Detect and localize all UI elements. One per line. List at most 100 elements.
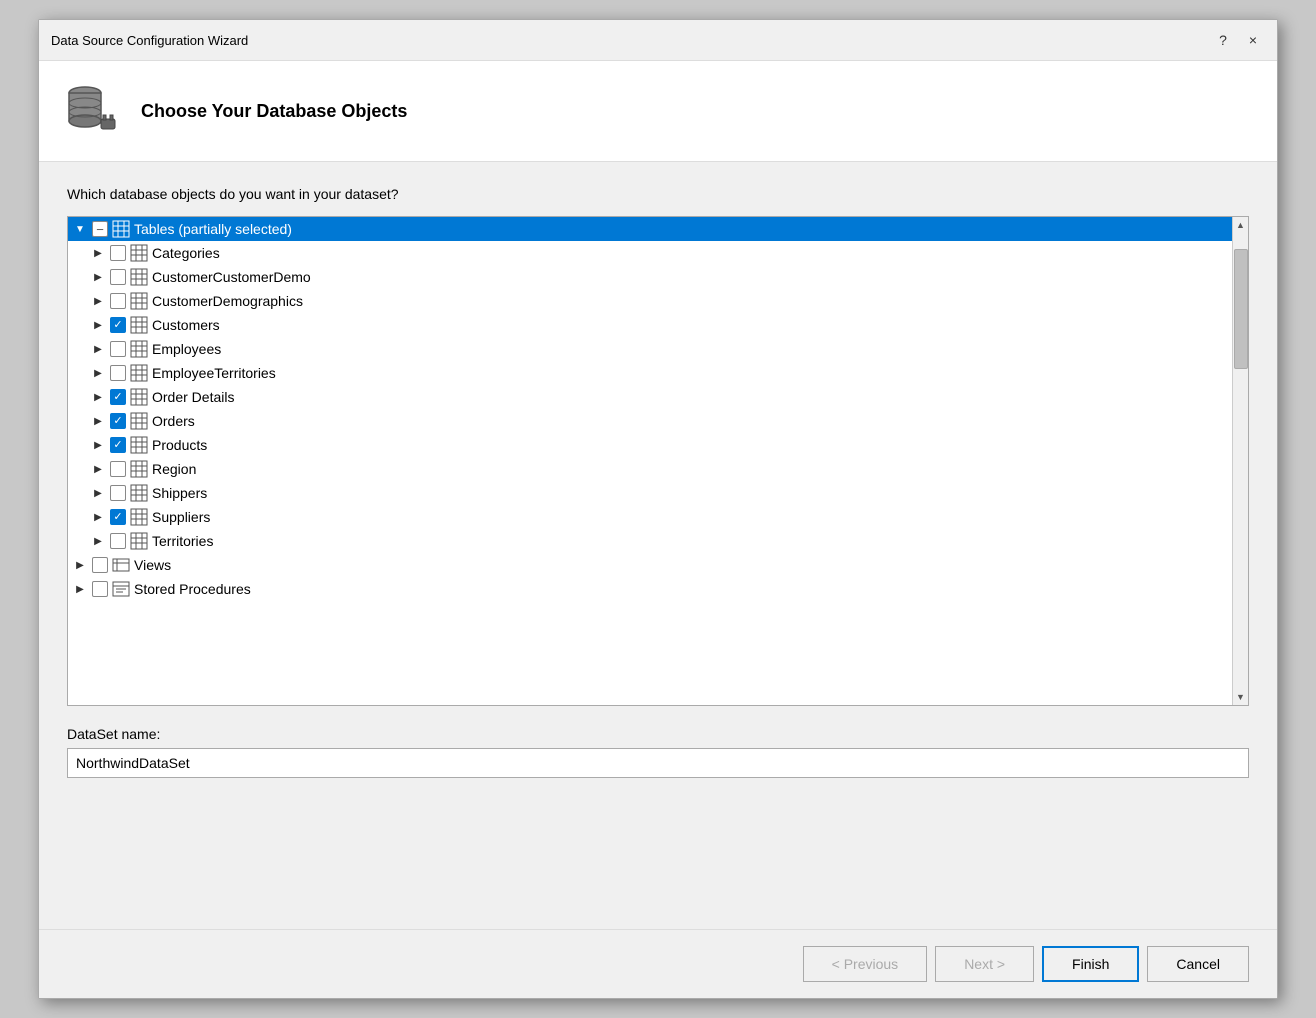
checkbox-ccd[interactable] [110, 269, 126, 285]
scroll-down-arrow[interactable]: ▼ [1234, 689, 1248, 705]
tree-row-storedprocedures[interactable]: ▶ Stored Procedures [68, 577, 1232, 601]
expand-arrow-sp[interactable]: ▶ [72, 581, 88, 597]
scrollbar[interactable]: ▲ ▼ [1232, 217, 1248, 705]
header-section: Choose Your Database Objects [39, 61, 1277, 162]
expand-arrow-shippers[interactable]: ▶ [90, 485, 106, 501]
next-button[interactable]: Next > [935, 946, 1034, 982]
checkbox-et[interactable] [110, 365, 126, 381]
checkbox-products[interactable] [110, 437, 126, 453]
label-cd: CustomerDemographics [152, 293, 303, 309]
checkbox-tables-root[interactable] [92, 221, 108, 237]
tree-row-customers[interactable]: ▶ Customers [68, 313, 1232, 337]
table-icon-customers [130, 316, 148, 334]
expand-arrow-customers[interactable]: ▶ [90, 317, 106, 333]
dataset-input[interactable] [67, 748, 1249, 778]
table-icon-shippers [130, 484, 148, 502]
scroll-up-arrow[interactable]: ▲ [1234, 217, 1248, 233]
close-button[interactable]: × [1241, 28, 1265, 52]
label-categories: Categories [152, 245, 220, 261]
tree-row-territories[interactable]: ▶ Territories [68, 529, 1232, 553]
checkbox-region[interactable] [110, 461, 126, 477]
label-orders: Orders [152, 413, 195, 429]
expand-arrow-territories[interactable]: ▶ [90, 533, 106, 549]
label-employees: Employees [152, 341, 221, 357]
database-icon [63, 81, 123, 141]
label-ccd: CustomerCustomerDemo [152, 269, 311, 285]
checkbox-views[interactable] [92, 557, 108, 573]
tree-row-views[interactable]: ▶ Views [68, 553, 1232, 577]
checkbox-cd[interactable] [110, 293, 126, 309]
tables-root-label: Tables (partially selected) [134, 221, 292, 237]
tree-row-employeeterritories[interactable]: ▶ EmployeeTerritories [68, 361, 1232, 385]
expand-arrow-products[interactable]: ▶ [90, 437, 106, 453]
dataset-label: DataSet name: [67, 726, 1249, 742]
label-region: Region [152, 461, 196, 477]
checkbox-od[interactable] [110, 389, 126, 405]
expand-arrow-views[interactable]: ▶ [72, 557, 88, 573]
help-button[interactable]: ? [1211, 28, 1235, 52]
expand-arrow-et[interactable]: ▶ [90, 365, 106, 381]
window-title: Data Source Configuration Wizard [51, 33, 248, 48]
tree-row-tables-root[interactable]: ▼ Tables (partially selected) [68, 217, 1232, 241]
tree-row-employees[interactable]: ▶ Employees [68, 337, 1232, 361]
table-icon-region [130, 460, 148, 478]
checkbox-shippers[interactable] [110, 485, 126, 501]
table-icon-et [130, 364, 148, 382]
checkbox-territories[interactable] [110, 533, 126, 549]
tree-row-region[interactable]: ▶ Region [68, 457, 1232, 481]
table-icon-cd [130, 292, 148, 310]
finish-button[interactable]: Finish [1042, 946, 1139, 982]
label-customers: Customers [152, 317, 220, 333]
checkbox-employees[interactable] [110, 341, 126, 357]
page-title: Choose Your Database Objects [141, 101, 407, 122]
table-icon-territories [130, 532, 148, 550]
title-bar: Data Source Configuration Wizard ? × [39, 20, 1277, 61]
expand-arrow-orders[interactable]: ▶ [90, 413, 106, 429]
tree-row-products[interactable]: ▶ Products [68, 433, 1232, 457]
title-bar-controls: ? × [1211, 28, 1265, 52]
checkbox-customers[interactable] [110, 317, 126, 333]
expand-arrow-suppliers[interactable]: ▶ [90, 509, 106, 525]
cancel-button[interactable]: Cancel [1147, 946, 1249, 982]
tree-row-shippers[interactable]: ▶ Shippers [68, 481, 1232, 505]
tree-row-orderdetails[interactable]: ▶ Order Details [68, 385, 1232, 409]
checkbox-suppliers[interactable] [110, 509, 126, 525]
label-od: Order Details [152, 389, 234, 405]
expand-arrow-od[interactable]: ▶ [90, 389, 106, 405]
tree-row-customerdemographics[interactable]: ▶ CustomerDemographics [68, 289, 1232, 313]
expand-arrow-tables[interactable]: ▼ [72, 221, 88, 237]
label-shippers: Shippers [152, 485, 207, 501]
table-icon-products [130, 436, 148, 454]
label-products: Products [152, 437, 207, 453]
label-territories: Territories [152, 533, 213, 549]
tree-row-customercustomerdemo[interactable]: ▶ CustomerCustomerDemo [68, 265, 1232, 289]
label-views: Views [134, 557, 171, 573]
previous-button[interactable]: < Previous [803, 946, 928, 982]
body-section: Which database objects do you want in yo… [39, 162, 1277, 929]
views-icon [112, 556, 130, 574]
footer: < Previous Next > Finish Cancel [39, 929, 1277, 998]
dataset-section: DataSet name: [67, 726, 1249, 778]
expand-arrow-cd[interactable]: ▶ [90, 293, 106, 309]
table-icon-od [130, 388, 148, 406]
expand-arrow-region[interactable]: ▶ [90, 461, 106, 477]
tree-container[interactable]: ▼ Tables (partially selected) [67, 216, 1249, 706]
table-icon-orders [130, 412, 148, 430]
table-icon-suppliers [130, 508, 148, 526]
table-icon-employees [130, 340, 148, 358]
tree-row-orders[interactable]: ▶ Orders [68, 409, 1232, 433]
tree-row-suppliers[interactable]: ▶ Suppliers [68, 505, 1232, 529]
expand-arrow-employees[interactable]: ▶ [90, 341, 106, 357]
tree-inner: ▼ Tables (partially selected) [68, 217, 1232, 705]
expand-arrow-categories[interactable]: ▶ [90, 245, 106, 261]
sp-icon [112, 580, 130, 598]
checkbox-sp[interactable] [92, 581, 108, 597]
checkbox-categories[interactable] [110, 245, 126, 261]
dialog-window: Data Source Configuration Wizard ? × Cho… [38, 19, 1278, 999]
scrollbar-thumb[interactable] [1234, 249, 1248, 369]
checkbox-orders[interactable] [110, 413, 126, 429]
table-grid-icon [112, 220, 130, 238]
tree-row-categories[interactable]: ▶ Categories [68, 241, 1232, 265]
table-icon-categories [130, 244, 148, 262]
expand-arrow-ccd[interactable]: ▶ [90, 269, 106, 285]
